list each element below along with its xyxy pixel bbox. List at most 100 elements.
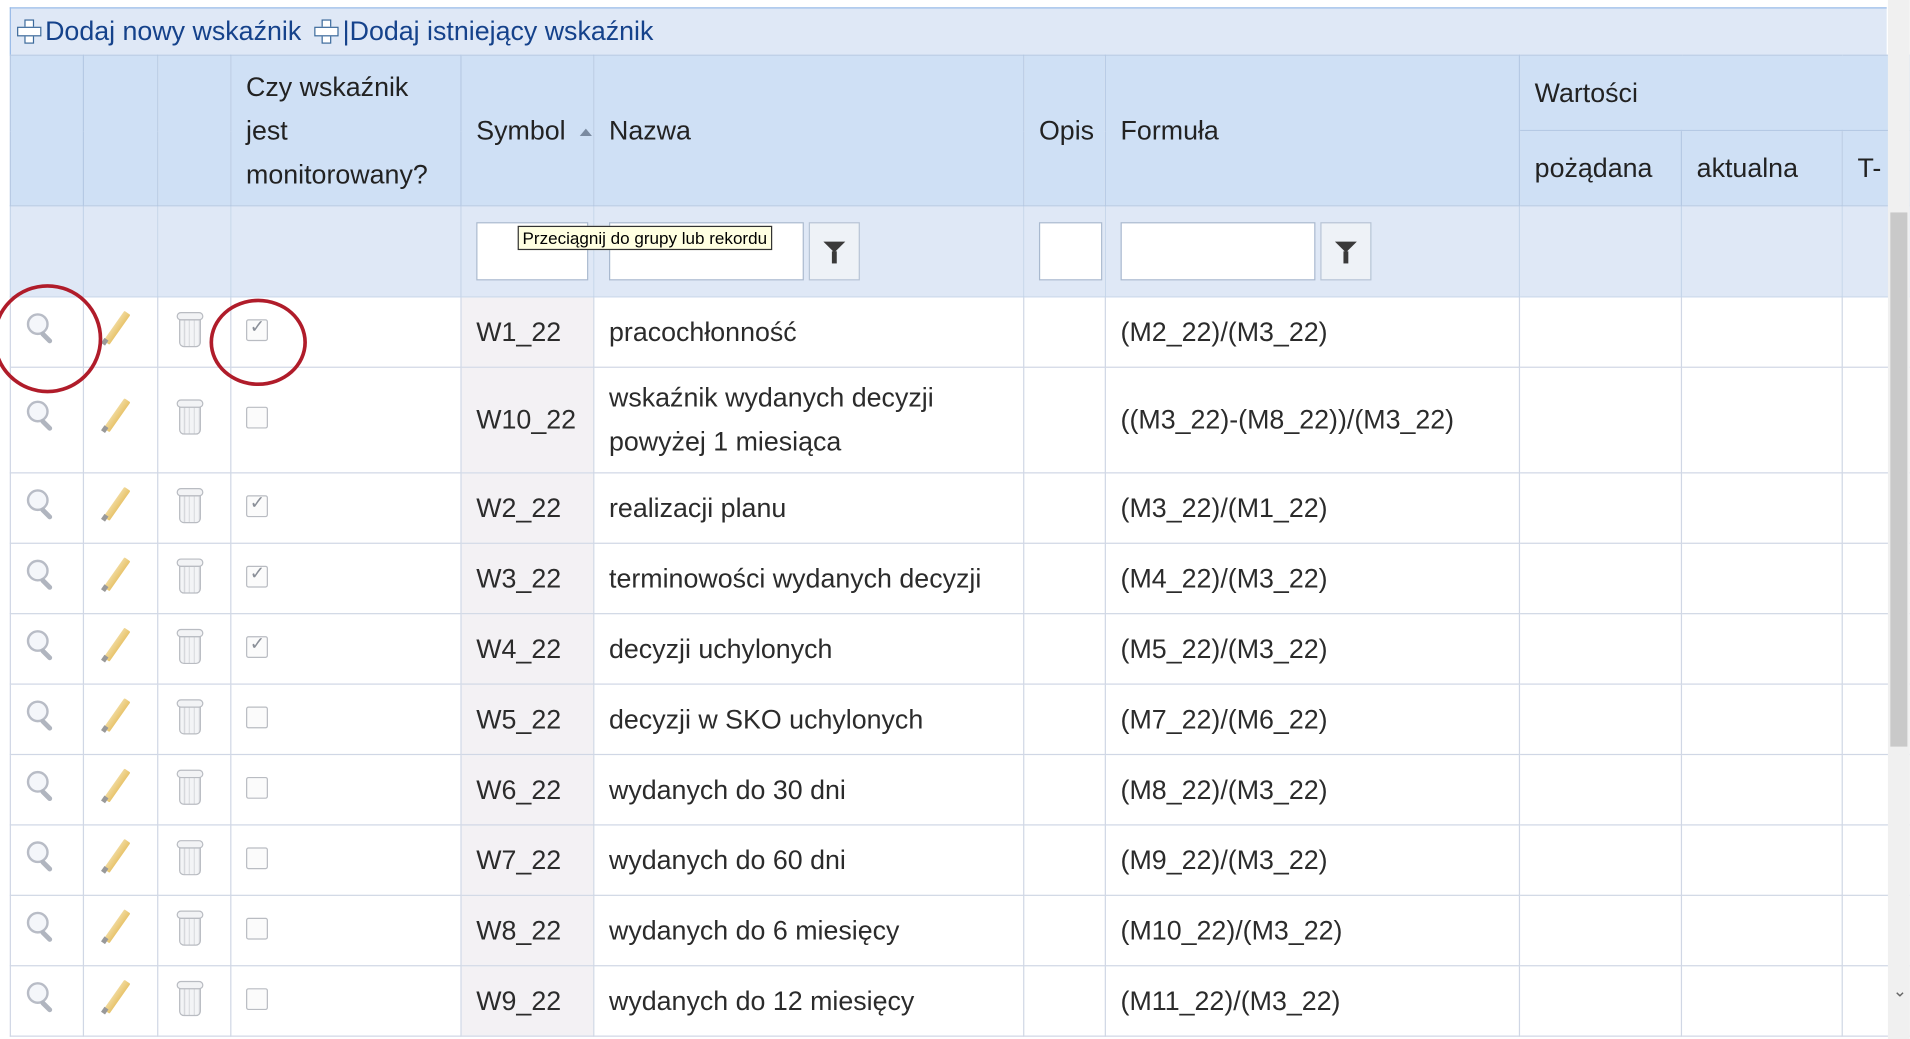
monitored-checkbox[interactable]	[246, 776, 268, 799]
filter-row	[9, 205, 1910, 298]
header-monitored[interactable]: Czy wskaźnik jest monitorowany?	[230, 54, 462, 207]
name-cell: pracochłonność	[593, 296, 1025, 368]
name-cell: terminowości wydanych decyzji	[593, 542, 1025, 615]
trash-icon[interactable]	[173, 696, 205, 735]
name-cell: wydanych do 6 miesięcy	[593, 894, 1025, 967]
scroll-down-arrow-icon[interactable]: ⌄	[1893, 981, 1907, 1002]
actual-value-cell	[1680, 965, 1843, 1037]
monitored-checkbox[interactable]	[246, 846, 268, 869]
header-edit-col	[82, 54, 159, 207]
magnifier-icon[interactable]	[26, 910, 58, 944]
magnifier-icon[interactable]	[26, 399, 58, 433]
name-cell: decyzji w SKO uchylonych	[593, 683, 1025, 756]
pencil-icon[interactable]	[99, 626, 133, 665]
trash-icon[interactable]	[173, 626, 205, 665]
delete-cell	[157, 366, 232, 474]
pencil-icon[interactable]	[99, 978, 133, 1017]
edit-cell	[82, 683, 159, 756]
monitored-cell	[230, 753, 462, 826]
vertical-scrollbar[interactable]: ⌄	[1887, 0, 1910, 1039]
table-row[interactable]: W8_22 wydanych do 6 miesięcy (M10_22)/(M3_…	[9, 894, 1910, 967]
trash-icon[interactable]	[173, 397, 205, 436]
desired-value-cell	[1518, 542, 1683, 615]
magnifier-icon[interactable]	[26, 699, 58, 733]
monitored-checkbox[interactable]	[246, 491, 268, 517]
trash-icon[interactable]	[173, 309, 205, 348]
table-row[interactable]: W10_22 wskaźnik wydanych decyzji powyżej 1…	[9, 366, 1910, 474]
name-cell: realizacji planu	[593, 472, 1025, 544]
pencil-icon[interactable]	[99, 485, 133, 524]
actual-value-cell	[1680, 894, 1843, 967]
monitored-checkbox[interactable]	[246, 406, 268, 429]
formula-cell: (M8_22)/(M3_22)	[1104, 753, 1521, 826]
indicator-table: Czy wskaźnik jest monitorowany? Symbol N…	[9, 54, 1910, 1037]
table-row[interactable]: W2_22realizacji planu (M3_22)/(M1_22)	[9, 472, 1910, 544]
delete-cell	[157, 613, 232, 685]
scrollbar-thumb[interactable]	[1890, 212, 1908, 747]
table-row[interactable]: W5_22 decyzji w SKO uchylonych (M7_22)/(M6…	[9, 683, 1910, 756]
name-filter-button[interactable]	[808, 222, 860, 281]
trash-icon[interactable]	[173, 485, 205, 524]
symbol-cell: W5_22	[460, 683, 595, 756]
header-formula[interactable]: Formuła	[1104, 54, 1521, 207]
table-row[interactable]: W4_22decyzji uchylonych (M5_22)/(M3_22)	[9, 613, 1910, 685]
actual-value-cell	[1680, 542, 1843, 615]
filter-cell	[460, 205, 595, 298]
header-symbol[interactable]: Symbol	[460, 54, 595, 207]
add-new-indicator-label: Dodaj nowy wskaźnik	[45, 15, 302, 47]
trash-icon[interactable]	[173, 555, 205, 594]
header-name[interactable]: Nazwa	[593, 54, 1025, 207]
filter-icon	[1334, 241, 1357, 264]
name-cell: wydanych do 60 dni	[593, 824, 1025, 896]
pencil-icon[interactable]	[99, 907, 133, 946]
pencil-icon[interactable]	[99, 309, 133, 348]
header-actual-value[interactable]: aktualna	[1680, 129, 1843, 207]
table-row[interactable]: W3_22terminowości wydanych decyzji (M4_22…	[9, 542, 1910, 615]
header-delete-col	[157, 54, 232, 207]
magnifier-icon[interactable]	[26, 980, 58, 1014]
pencil-icon[interactable]	[99, 397, 133, 436]
table-row[interactable]: W6_22 wydanych do 30 dni (M8_22)/(M3_22)	[9, 753, 1910, 826]
view-cell	[9, 613, 85, 685]
header-description[interactable]: Opis	[1023, 54, 1106, 207]
actual-value-cell	[1680, 613, 1843, 685]
trash-icon[interactable]	[173, 837, 205, 876]
add-new-indicator-button[interactable]: Dodaj nowy wskaźnik	[11, 16, 301, 48]
trash-icon[interactable]	[173, 978, 205, 1017]
edit-cell	[82, 965, 159, 1037]
monitored-checkbox[interactable]	[246, 705, 268, 728]
magnifier-icon[interactable]	[26, 558, 58, 592]
pencil-icon[interactable]	[99, 767, 133, 806]
trash-icon[interactable]	[173, 767, 205, 806]
header-desired-value[interactable]: pożądana	[1518, 129, 1683, 207]
description-filter-input[interactable]	[1038, 222, 1103, 281]
monitored-checkbox[interactable]	[246, 632, 268, 658]
magnifier-icon[interactable]	[26, 769, 58, 803]
magnifier-icon[interactable]	[26, 628, 58, 662]
description-cell	[1023, 613, 1106, 685]
table-row[interactable]: W7_22 wydanych do 60 dni (M9_22)/(M3_22)	[9, 824, 1910, 896]
add-existing-indicator-button[interactable]: |Dodaj istniejący wskaźnik	[309, 16, 653, 48]
magnifier-icon[interactable]	[26, 487, 58, 521]
monitored-checkbox[interactable]	[246, 987, 268, 1010]
delete-cell	[157, 472, 232, 544]
pencil-icon[interactable]	[99, 696, 133, 735]
table-row[interactable]: W9_22 wydanych do 12 miesięcy (M11_22)/(M3…	[9, 965, 1910, 1037]
formula-cell: (M7_22)/(M6_22)	[1104, 683, 1521, 756]
monitored-checkbox[interactable]	[246, 917, 268, 940]
monitored-cell	[230, 542, 462, 615]
filter-cell	[1023, 205, 1106, 298]
pencil-icon[interactable]	[99, 837, 133, 876]
formula-cell: (M3_22)/(M1_22)	[1104, 472, 1521, 544]
formula-filter-input[interactable]	[1120, 222, 1316, 281]
description-cell	[1023, 824, 1106, 896]
trash-icon[interactable]	[173, 907, 205, 946]
name-cell: decyzji uchylonych	[593, 613, 1025, 685]
pencil-icon[interactable]	[99, 555, 133, 594]
monitored-checkbox[interactable]	[246, 561, 268, 587]
magnifier-icon[interactable]	[26, 839, 58, 873]
formula-filter-button[interactable]	[1320, 222, 1372, 281]
view-cell	[9, 753, 85, 826]
monitored-cell	[230, 613, 462, 685]
symbol-cell: W3_22	[460, 542, 595, 615]
